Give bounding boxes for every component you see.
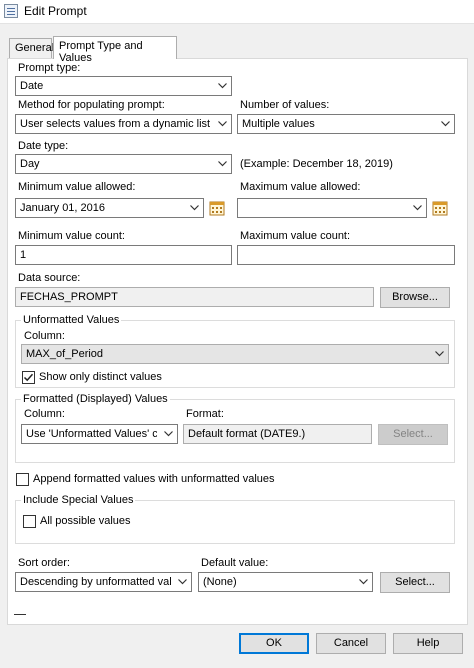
default-value-select[interactable]: (None) [198, 572, 373, 592]
special-values-title: Include Special Values [21, 494, 136, 506]
default-value-select-button[interactable]: Select... [380, 572, 450, 593]
min-value-value: January 01, 2016 [20, 202, 106, 214]
chevron-down-icon [218, 83, 227, 91]
formatted-column-value: Use 'Unformatted Values' colu [26, 428, 157, 440]
ok-button[interactable]: OK [239, 633, 309, 654]
min-value-label: Minimum value allowed: [18, 181, 136, 193]
max-value-label: Maximum value allowed: [240, 181, 361, 193]
unformatted-column-label: Column: [24, 330, 65, 342]
date-type-example: (Example: December 18, 2019) [240, 158, 393, 170]
chevron-down-icon [218, 161, 227, 169]
min-count-input[interactable]: 1 [15, 245, 232, 265]
data-source-field: FECHAS_PROMPT [15, 287, 374, 307]
date-type-value: Day [20, 158, 40, 170]
unformatted-column-value: MAX_of_Period [26, 348, 104, 360]
chevron-down-icon [218, 121, 227, 129]
chevron-down-icon [435, 351, 444, 359]
unformatted-column-select[interactable]: MAX_of_Period [21, 344, 449, 364]
method-value: User selects values from a dynamic list [20, 118, 211, 130]
chevron-down-icon [359, 579, 368, 587]
data-source-label: Data source: [18, 272, 81, 284]
cancel-button[interactable]: Cancel [316, 633, 386, 654]
panel-dash-marker [14, 614, 26, 615]
max-count-input[interactable] [237, 245, 455, 265]
default-value-label: Default value: [201, 557, 269, 569]
formatted-column-select[interactable]: Use 'Unformatted Values' colu [21, 424, 178, 444]
format-field: Default format (DATE9.) [183, 424, 372, 444]
sort-order-value: Descending by unformatted value [20, 576, 171, 588]
min-value-date-picker[interactable]: January 01, 2016 [15, 198, 204, 218]
distinct-values-label: Show only distinct values [39, 371, 162, 383]
method-label: Method for populating prompt: [18, 99, 165, 111]
sort-order-label: Sort order: [18, 557, 70, 569]
all-possible-values-checkbox[interactable] [23, 515, 36, 528]
chevron-down-icon [190, 205, 199, 213]
method-select[interactable]: User selects values from a dynamic list [15, 114, 232, 134]
prompt-type-label: Prompt type: [18, 62, 81, 74]
max-value-date-picker[interactable] [237, 198, 427, 218]
all-possible-values-label: All possible values [40, 515, 131, 527]
number-of-values-label: Number of values: [240, 99, 330, 111]
formatted-column-label: Column: [24, 408, 65, 420]
date-type-label: Date type: [18, 140, 69, 152]
unformatted-values-title: Unformatted Values [21, 314, 122, 326]
chevron-down-icon [164, 431, 173, 439]
append-formatted-label: Append formatted values with unformatted… [33, 473, 275, 485]
chevron-down-icon [413, 205, 422, 213]
date-type-select[interactable]: Day [15, 154, 232, 174]
browse-button[interactable]: Browse... [380, 287, 450, 308]
number-of-values-value: Multiple values [242, 118, 315, 130]
prompt-type-select[interactable]: Date [15, 76, 232, 96]
default-value-value: (None) [203, 576, 237, 588]
append-formatted-checkbox[interactable] [16, 473, 29, 486]
format-label: Format: [186, 408, 224, 420]
calendar-icon[interactable] [432, 200, 448, 216]
prompt-type-value: Date [20, 80, 44, 92]
distinct-values-checkbox[interactable] [22, 371, 35, 384]
max-count-label: Maximum value count: [240, 230, 351, 242]
sort-order-select[interactable]: Descending by unformatted value [15, 572, 192, 592]
number-of-values-select[interactable]: Multiple values [237, 114, 455, 134]
format-select-button[interactable]: Select... [378, 424, 448, 445]
calendar-icon[interactable] [209, 200, 225, 216]
chevron-down-icon [178, 579, 187, 587]
formatted-values-title: Formatted (Displayed) Values [21, 393, 170, 405]
chevron-down-icon [441, 121, 450, 129]
help-button[interactable]: Help [393, 633, 463, 654]
min-count-label: Minimum value count: [18, 230, 125, 242]
